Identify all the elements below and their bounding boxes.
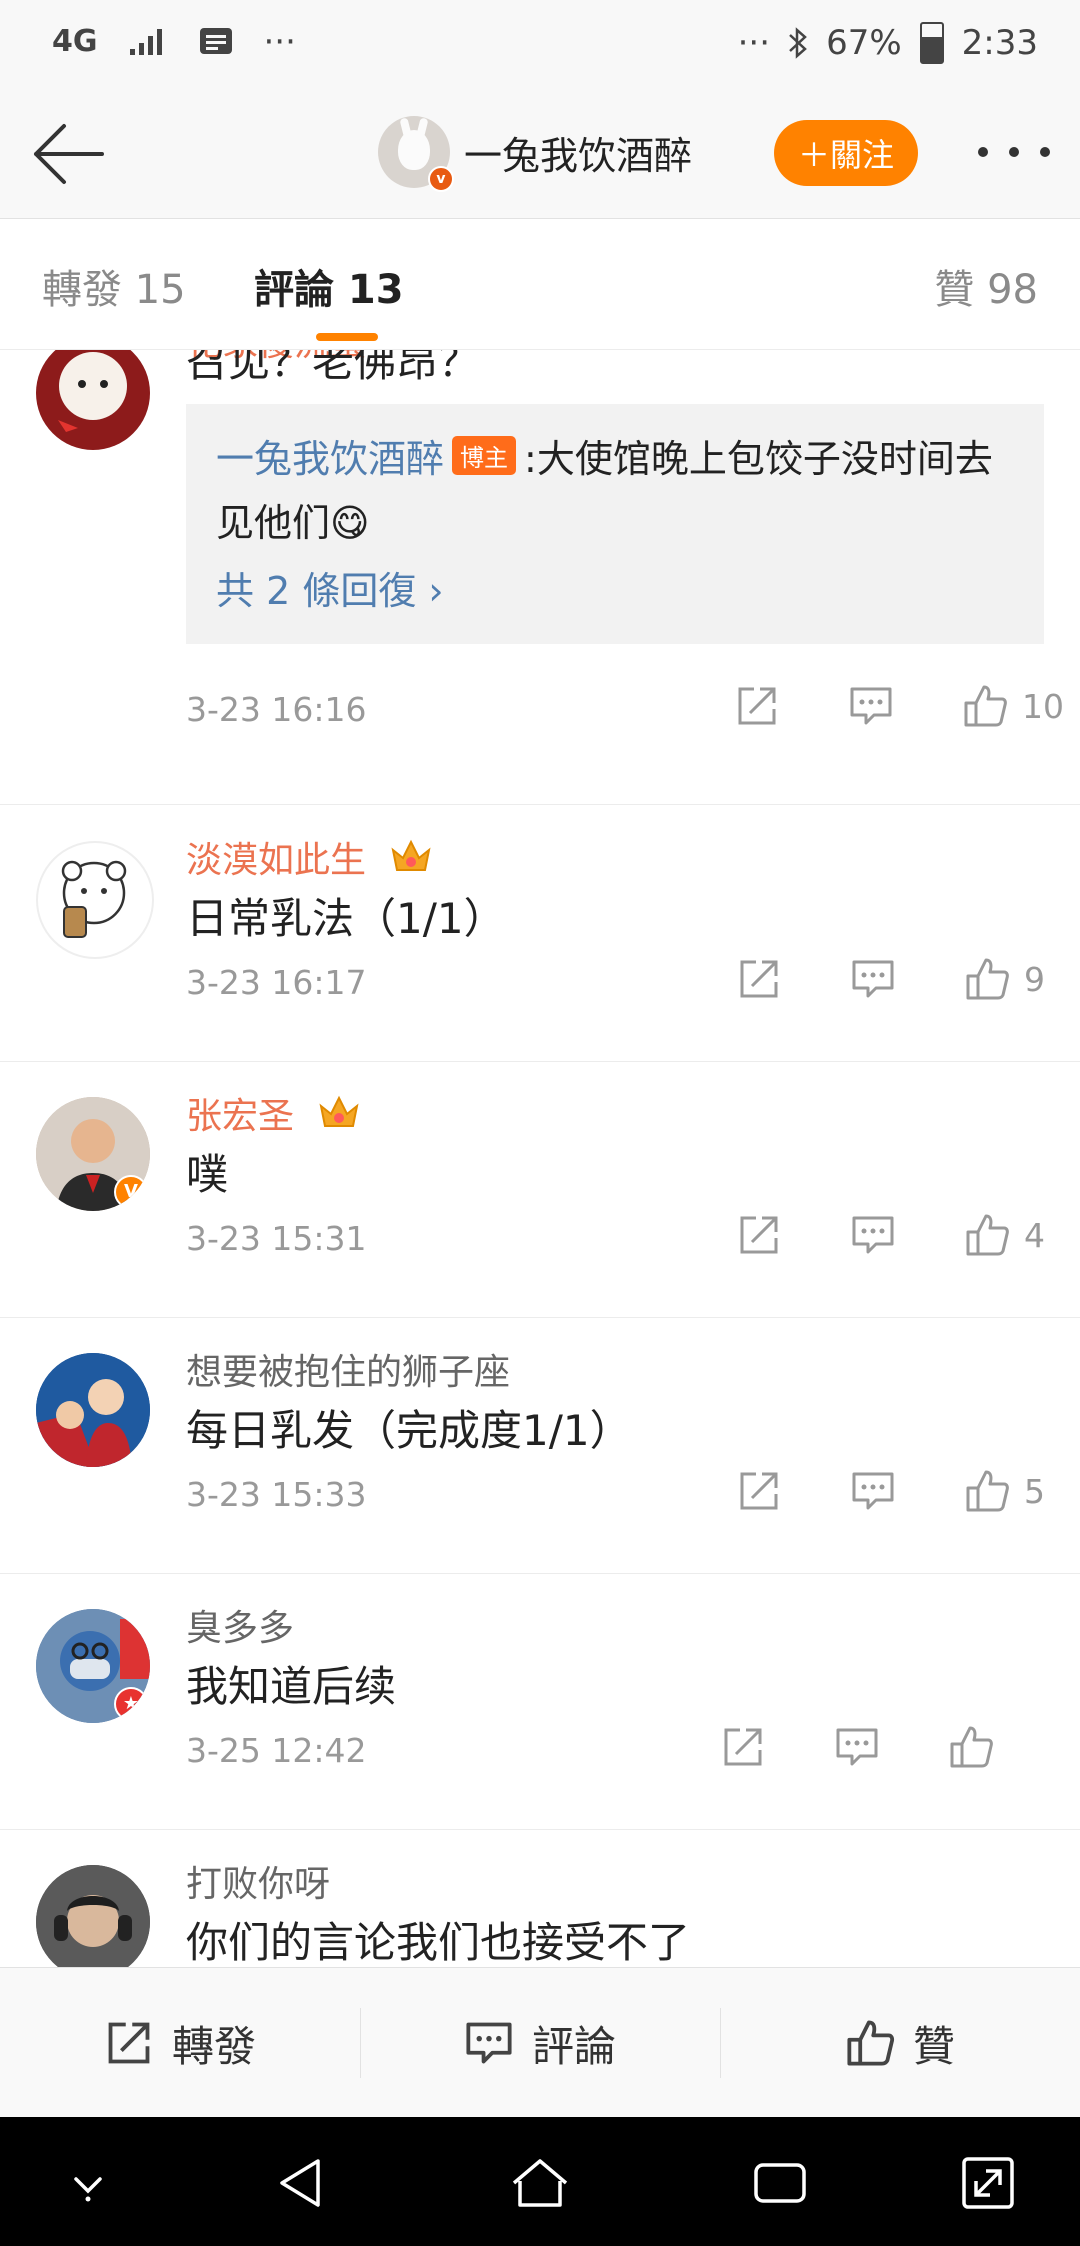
top-nav-bar: v 一兔我饮酒醉 ＋關注 — [0, 90, 1080, 219]
repost-button[interactable]: 轉發 — [0, 1968, 360, 2118]
share-icon — [108, 2022, 150, 2064]
arrow-left-icon — [34, 124, 104, 184]
author-avatar[interactable]: v — [378, 116, 454, 192]
view-replies-link[interactable]: 共 2 條回復 › — [216, 560, 444, 615]
reply-comment-icon[interactable] — [850, 1468, 896, 1514]
like-icon — [847, 2020, 895, 2066]
like-icon[interactable] — [964, 1212, 1010, 1258]
comment-text: 召见？老佛昂？ — [186, 350, 481, 386]
star-badge-icon: ★ — [114, 1687, 148, 1721]
comment-text: 你们的言论我们也接受不了 — [186, 1918, 691, 1967]
share-icon[interactable] — [734, 683, 780, 729]
comment-item: 想要被抱住的狮子座 每日乳发（完成度1/1） 3-23 15:33 5 — [0, 1317, 1080, 1574]
reply-comment-icon[interactable] — [850, 1212, 896, 1258]
commenter-avatar[interactable] — [36, 1353, 150, 1467]
author-header[interactable]: v 一兔我饮酒醉 — [378, 116, 692, 192]
tab-likes[interactable]: 贊 98 — [934, 257, 1038, 315]
comment-item: V 张宏圣 噗 3-23 15:31 4 — [0, 1061, 1080, 1318]
share-icon[interactable] — [736, 1212, 782, 1258]
comment-time: 3-23 15:33 — [186, 1475, 367, 1514]
share-icon[interactable] — [720, 1724, 766, 1770]
bluetooth-icon — [786, 25, 810, 61]
reply-comment-icon[interactable] — [850, 956, 896, 1002]
share-icon[interactable] — [736, 956, 782, 1002]
comment-text: 日常乳法（1/1） — [186, 894, 506, 943]
commenter-avatar[interactable]: V — [36, 1097, 150, 1211]
comment-item: 淡漠如此生 日常乳法（1/1） 3-23 16:17 9 — [0, 805, 1080, 1062]
author-name[interactable]: 一兔我饮酒醉 — [464, 125, 692, 180]
status-more-icon: ··· — [263, 22, 296, 62]
reply-author[interactable]: 一兔我饮酒醉 — [216, 437, 444, 481]
crown-badge-icon — [319, 1095, 359, 1127]
commenter-name[interactable]: 想要被抱住的狮子座 — [186, 1343, 510, 1395]
like-count: 9 — [1024, 959, 1045, 999]
reply-text: :大使馆晚上包饺子没时间去 — [524, 437, 993, 481]
like-icon[interactable] — [964, 1468, 1010, 1514]
comment-time: 3-25 12:42 — [186, 1731, 367, 1770]
like-count: 10 — [1022, 686, 1064, 726]
commenter-name[interactable]: 淡漠如此生 — [186, 840, 366, 881]
comment-item: ★ 臭多多 我知道后续 3-25 12:42 — [0, 1573, 1080, 1830]
tab-comments[interactable]: 評論 13 — [254, 257, 404, 315]
reply-text-continued: 见他们😋 — [216, 501, 370, 545]
active-tab-indicator — [316, 333, 378, 341]
comment-item: 花家傻流蛋 召见？老佛昂？ 一兔我饮酒醉博主:大使馆晚上包饺子没时间去 见他们😋… — [0, 350, 1080, 805]
comment-label: 評論 — [531, 2021, 616, 2071]
clock: 2:33 — [961, 23, 1038, 63]
recent-apps-icon[interactable] — [748, 2151, 812, 2215]
reply-comment-icon[interactable] — [834, 1724, 880, 1770]
like-count: 5 — [1024, 1471, 1045, 1511]
author-badge: 博主 — [452, 436, 517, 475]
comment-list[interactable]: 花家傻流蛋 召见？老佛昂？ 一兔我饮酒醉博主:大使馆晚上包饺子没时间去 见他们😋… — [0, 350, 1080, 1967]
repost-label: 轉發 — [171, 2021, 256, 2071]
post-tabs: 轉發 15 評論 13 贊 98 — [0, 219, 1080, 350]
more-options-icon[interactable] — [978, 132, 1050, 172]
comment-time: 3-23 15:31 — [186, 1219, 367, 1258]
comment-text: 我知道后续 — [186, 1662, 397, 1711]
status-bar: 4G ··· ··· 67% 2:33 — [0, 0, 1080, 90]
back-triangle-icon[interactable] — [270, 2151, 334, 2215]
like-icon[interactable] — [964, 956, 1010, 1002]
comment-text: 噗 — [186, 1150, 229, 1199]
battery-percent: 67% — [826, 23, 902, 63]
tab-reposts[interactable]: 轉發 15 — [42, 257, 186, 315]
commenter-avatar[interactable] — [36, 350, 150, 450]
commenter-name[interactable]: 臭多多 — [186, 1599, 294, 1651]
verified-badge-icon: v — [428, 166, 454, 192]
comment-icon — [466, 2022, 512, 2064]
back-button[interactable] — [28, 120, 108, 188]
battery-level — [921, 36, 942, 62]
system-navigation-bar — [0, 2117, 1080, 2246]
verified-badge-icon: V — [114, 1175, 148, 1209]
reply-preview[interactable]: 一兔我饮酒醉 博主:大使馆晚上包饺子没时间去 见他们😋 共 2 條回復 › — [186, 404, 1044, 644]
battery-icon — [919, 22, 944, 64]
crown-badge-icon — [391, 839, 431, 871]
reply-comment-icon[interactable] — [848, 683, 894, 729]
like-icon[interactable] — [962, 683, 1008, 729]
commenter-name[interactable]: 打败你呀 — [186, 1855, 330, 1907]
message-icon — [198, 26, 234, 58]
follow-button[interactable]: ＋關注 — [774, 120, 918, 186]
commenter-avatar[interactable] — [36, 1865, 150, 1967]
commenter-avatar[interactable] — [36, 841, 154, 959]
like-count: 4 — [1024, 1215, 1045, 1255]
signal-icon — [128, 27, 168, 57]
comment-button[interactable]: 評論 — [360, 1968, 720, 2118]
expand-arrows-icon[interactable] — [956, 2151, 1020, 2215]
home-icon[interactable] — [508, 2151, 572, 2215]
comment-time: 3-23 16:17 — [186, 963, 367, 1002]
bottom-action-bar: 轉發 評論 贊 — [0, 1967, 1080, 2118]
share-icon[interactable] — [736, 1468, 782, 1514]
comment-time: 3-23 16:16 — [186, 690, 367, 729]
comment-text: 每日乳发（完成度1/1） — [186, 1406, 632, 1455]
status-more-icon-right: ··· — [737, 23, 771, 63]
like-label: 贊 — [912, 2021, 955, 2071]
commenter-name[interactable]: 张宏圣 — [186, 1096, 294, 1137]
comment-item: 打败你呀 你们的言论我们也接受不了 — [0, 1829, 1080, 1967]
like-button[interactable]: 贊 — [720, 1968, 1080, 2118]
like-icon[interactable] — [948, 1724, 994, 1770]
network-indicator: 4G — [52, 24, 98, 59]
commenter-avatar[interactable]: ★ — [36, 1609, 150, 1723]
hide-keyboard-icon[interactable] — [56, 2151, 120, 2215]
